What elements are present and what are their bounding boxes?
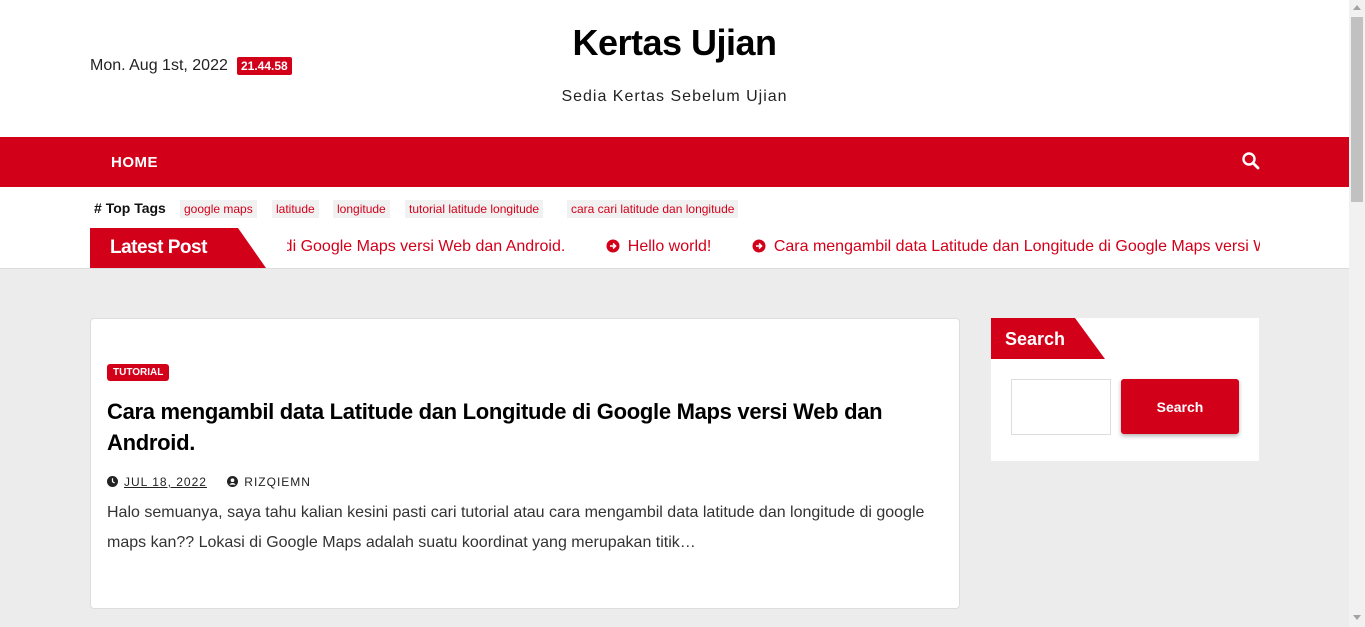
tag-cara-cari-latitude[interactable]: cara cari latitude dan longitude [567,200,739,218]
nav-item-home[interactable]: HOME [111,154,158,171]
user-icon [227,476,239,488]
arrow-circle-right-icon [606,239,620,253]
tags-and-ticker-bar: # Top Tags google maps latitude longitud… [0,187,1349,269]
ticker-item-text[interactable]: Cara mengambil data Latitude dan Longitu… [774,238,1260,255]
site-title[interactable]: Kertas Ujian [0,22,1349,64]
ticker-item-text[interactable]: Cara mengambil data Latitude dan Longitu… [287,238,565,255]
post-author[interactable]: RIZQIEMN [244,475,311,489]
category-badge[interactable]: TUTORIAL [107,364,170,381]
search-button[interactable]: Search [1121,379,1239,434]
search-widget: Search Search [991,318,1259,461]
tag-tutorial-latitude-longitude[interactable]: tutorial latitude longitude [405,200,544,218]
tag-latitude[interactable]: latitude [272,200,319,218]
site-tagline: Sedia Kertas Sebelum Ujian [561,88,788,105]
post-card: TUTORIAL Cara mengambil data Latitude da… [90,318,960,609]
ticker-item[interactable]: Cara mengambil data Latitude dan Longitu… [287,238,565,256]
arrow-circle-right-icon [752,239,766,253]
main-nav: HOME [0,137,1349,187]
post-meta: JUL 18, 2022 RIZQIEMN [107,474,311,489]
site-header: Mon. Aug 1st, 2022 21.44.58 Kertas Ujian… [0,0,1349,137]
search-widget-title: Search [1005,329,1066,349]
top-tags-label: # Top Tags [94,200,166,216]
latest-post-label: Latest Post [90,228,266,268]
scrollbar-thumb[interactable] [1351,17,1363,202]
search-icon[interactable] [1242,152,1262,172]
scroll-up-arrow-icon[interactable] [1353,5,1361,10]
search-widget-header: Search [991,318,1105,359]
latest-post-label-text: Latest Post [110,237,207,258]
ticker-item-text[interactable]: Hello world! [628,238,712,255]
scroll-down-arrow-icon[interactable] [1353,615,1361,620]
post-date[interactable]: JUL 18, 2022 [124,475,207,489]
clock-icon [107,476,118,488]
ticker-item[interactable]: Hello world! [606,238,712,256]
vertical-scrollbar[interactable] [1349,0,1365,627]
hash-icon: # [94,200,106,216]
ticker-item[interactable]: Cara mengambil data Latitude dan Longitu… [752,238,1260,256]
tag-longitude[interactable]: longitude [333,200,390,218]
tag-google-maps[interactable]: google maps [180,200,257,218]
top-tags-label-text: Top Tags [105,200,166,216]
post-excerpt: Halo semuanya, saya tahu kalian kesini p… [107,504,925,551]
post-title[interactable]: Cara mengambil data Latitude dan Longitu… [107,396,937,458]
search-input[interactable] [1011,379,1111,435]
latest-post-ticker: Cara mengambil data Latitude dan Longitu… [287,228,1260,268]
